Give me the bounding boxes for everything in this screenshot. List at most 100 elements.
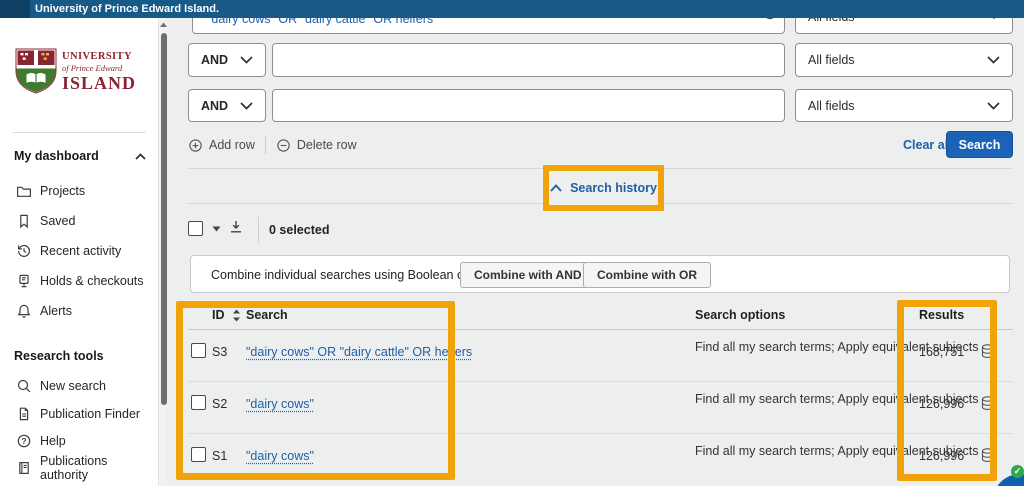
row-actions: Add row Delete row	[188, 135, 357, 155]
search-link[interactable]: "dairy cows"	[246, 397, 314, 411]
logo-line3: ISLAND	[62, 73, 136, 94]
sidebar-scrollbar	[158, 18, 167, 486]
sidebar-item-saved[interactable]: Saved	[0, 206, 158, 236]
field-select-3[interactable]: All fields	[795, 89, 1013, 122]
minus-circle-icon	[276, 138, 291, 153]
combine-panel: Combine individual searches using Boolea…	[190, 255, 1010, 293]
window-edge	[0, 0, 30, 18]
combine-with-and-button[interactable]: Combine with AND	[460, 262, 596, 288]
folder-icon	[16, 183, 32, 199]
plus-circle-icon	[188, 138, 203, 153]
sidebar-item-projects[interactable]: Projects	[0, 176, 158, 206]
sidebar-item-recent-activity[interactable]: Recent activity	[0, 236, 158, 266]
svg-text:?: ?	[21, 436, 26, 446]
sidebar-item-label: Projects	[40, 184, 85, 198]
download-icon[interactable]	[228, 219, 244, 235]
chevron-up-icon	[135, 153, 146, 160]
sort-icon[interactable]	[232, 309, 241, 322]
sidebar: UNIVERSITY of Prince Edward ISLAND My da…	[0, 18, 158, 486]
chevron-down-icon	[987, 102, 1000, 110]
database-icon[interactable]	[981, 448, 994, 463]
sidebar-item-publication-finder[interactable]: Publication Finder	[0, 399, 158, 429]
search-button[interactable]: Search	[946, 131, 1013, 158]
scrollbar-thumb[interactable]	[161, 33, 167, 405]
row-checkbox	[191, 395, 206, 410]
table-row: S2 "dairy cows" Find all my search terms…	[188, 382, 1013, 434]
delete-row-button[interactable]: Delete row	[276, 138, 357, 153]
sidebar-item-alerts[interactable]: Alerts	[0, 296, 158, 326]
header-search: Search	[246, 300, 288, 330]
add-row-button[interactable]: Add row	[188, 138, 255, 153]
row-id: S3	[212, 345, 227, 359]
operator-select-2-value: AND	[201, 53, 228, 67]
sidebar-item-holds-checkouts[interactable]: Holds & checkouts	[0, 266, 158, 296]
sidebar-item-publications-authority[interactable]: Publications authority	[0, 453, 158, 483]
row-checkbox-s2[interactable]	[191, 395, 206, 410]
select-all-checkbox[interactable]	[188, 221, 203, 236]
search-icon	[16, 378, 32, 394]
sidebar-divider	[12, 132, 146, 133]
top-bar: University of Prince Edward Island.	[0, 0, 1024, 18]
bookmark-icon	[16, 213, 32, 229]
upei-logo-text: UNIVERSITY of Prince Edward ISLAND	[62, 51, 136, 94]
search-input-3[interactable]	[272, 89, 785, 122]
operator-select-2[interactable]: AND	[188, 43, 266, 77]
row-checkbox-s3[interactable]	[191, 343, 206, 358]
research-tools-label: Research tools	[14, 349, 104, 363]
sidebar-item-help[interactable]: ? Help	[0, 426, 158, 456]
chevron-down-icon	[240, 56, 253, 64]
results-count: 168,751	[919, 345, 964, 359]
selected-count: 0 selected	[269, 223, 329, 237]
table-row: S1 "dairy cows" Find all my search terms…	[188, 434, 1013, 486]
clear-all-button[interactable]: Clear all	[903, 138, 952, 152]
field-select-2-value: All fields	[808, 53, 855, 67]
row-checkbox-s1[interactable]	[191, 447, 206, 462]
upei-shield-icon	[15, 48, 57, 94]
sidebar-item-label: Alerts	[40, 304, 72, 318]
sidebar-item-label: Holds & checkouts	[40, 274, 144, 288]
row-id: S1	[212, 449, 227, 463]
search-history-highlight-box: Search history	[543, 165, 664, 211]
sidebar-item-label: New search	[40, 379, 106, 393]
help-icon: ?	[16, 433, 32, 449]
sidebar-item-label: Help	[40, 434, 66, 448]
header-id[interactable]: ID	[212, 300, 225, 330]
table-header: ID Search Search options Results	[188, 300, 1013, 330]
sidebar-section-research-tools: Research tools	[14, 348, 146, 364]
kiosk-icon	[16, 273, 32, 289]
results-count: 126,996	[919, 397, 964, 411]
divider	[258, 217, 259, 243]
upei-logo: UNIVERSITY of Prince Edward ISLAND	[15, 48, 136, 94]
book-icon	[16, 460, 32, 476]
document-icon	[16, 406, 32, 422]
operator-select-3[interactable]: AND	[188, 89, 266, 122]
database-icon[interactable]	[981, 396, 994, 411]
history-icon	[16, 243, 32, 259]
combine-with-or-button[interactable]: Combine with OR	[583, 262, 711, 288]
sidebar-item-new-search[interactable]: New search	[0, 371, 158, 401]
sidebar-item-label: Publication Finder	[40, 407, 140, 421]
database-icon[interactable]	[981, 344, 994, 359]
logo-line2: of Prince Edward	[62, 63, 136, 73]
divider	[265, 136, 266, 154]
sidebar-item-label: Publications authority	[40, 454, 158, 482]
header-results: Results	[919, 300, 964, 330]
main-content: "dairy cows" OR "dairy cattle" OR heifer…	[167, 18, 1024, 486]
caret-down-icon[interactable]	[212, 226, 221, 232]
table-row: S3 "dairy cows" OR "dairy cattle" OR hei…	[188, 330, 1013, 382]
search-history-toggle[interactable]: Search history	[570, 181, 657, 195]
page: University of Prince Edward Island. UNIV…	[0, 0, 1024, 486]
window-title: University of Prince Edward Island.	[35, 0, 219, 18]
field-select-2[interactable]: All fields	[795, 43, 1013, 77]
bell-icon	[16, 303, 32, 319]
row-checkbox	[191, 447, 206, 462]
sidebar-item-label: Saved	[40, 214, 75, 228]
search-link[interactable]: "dairy cows" OR "dairy cattle" OR heifer…	[246, 345, 472, 359]
search-link[interactable]: "dairy cows"	[246, 449, 314, 463]
search-input-2[interactable]	[272, 43, 785, 77]
delete-row-label: Delete row	[297, 138, 357, 152]
row-id: S2	[212, 397, 227, 411]
add-row-label: Add row	[209, 138, 255, 152]
sidebar-section-my-dashboard[interactable]: My dashboard	[14, 148, 146, 164]
results-count: 126,996	[919, 449, 964, 463]
